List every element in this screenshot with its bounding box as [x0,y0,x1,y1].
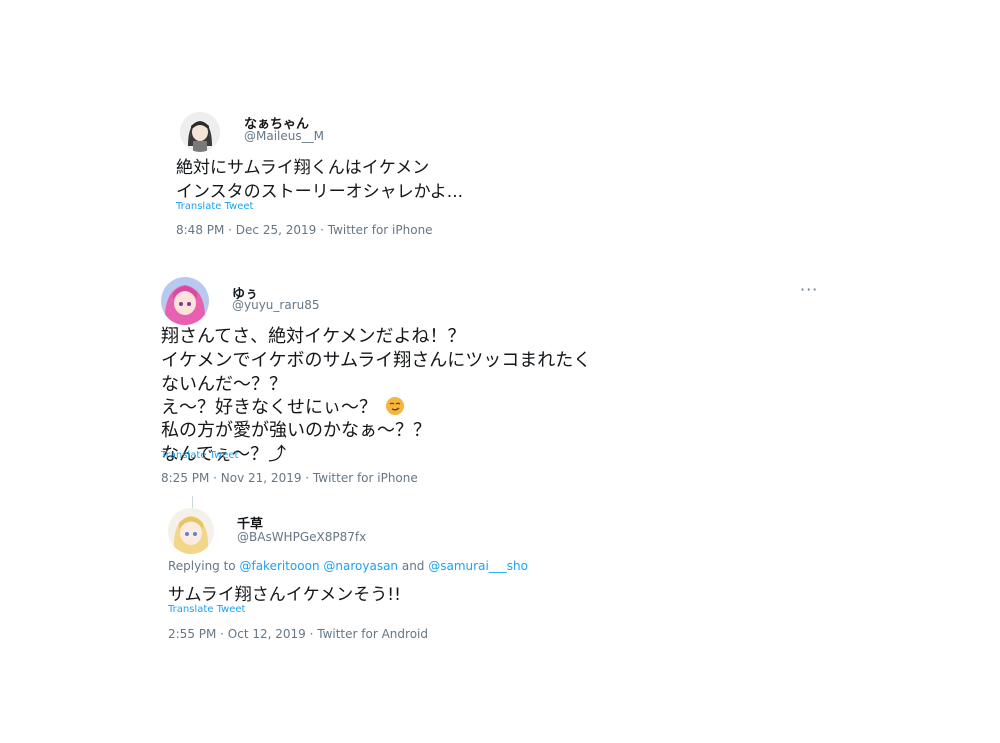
replying-to-line: Replying to @fakeritooon @naroyasan and … [168,559,528,573]
user-handle[interactable]: @Maileus__M [244,129,324,143]
tweet-text-line-4-text: え〜？好きなくせにぃ〜？ [161,397,377,418]
avatar-image [168,508,214,554]
reply-mention-1[interactable]: @fakeritooon [239,559,319,573]
replying-to-and: and [398,559,429,573]
tweet-text-line-1: 翔さんてさ、絶対イケメンだよね！？ [161,326,466,347]
replying-to-prefix: Replying to [168,559,240,573]
avatar[interactable] [168,508,214,554]
avatar-image [161,277,209,325]
avatar-image [180,112,220,152]
more-icon[interactable]: ··· [800,280,818,299]
tweet-timestamp[interactable]: 2:55 PM · Oct 12, 2019 · Twitter for And… [168,627,428,641]
tweet-text-line-2: イケメンでイケボのサムライ翔さんにツッコまれたく [161,350,592,371]
reply-mention-2[interactable]: @naroyasan [323,559,398,573]
tweet-text-line-1: サムライ翔さんイケメンそう!! [168,585,401,605]
translate-tweet-link[interactable]: Translate Tweet [161,450,238,461]
tweet-timestamp[interactable]: 8:48 PM · Dec 25, 2019 · Twitter for iPh… [176,223,433,237]
translate-tweet-link[interactable]: Translate Tweet [168,604,245,615]
tweet-text-line-2: インスタのストーリーオシャレかよ... [176,182,464,202]
tweet-timestamp[interactable]: 8:25 PM · Nov 21, 2019 · Twitter for iPh… [161,471,418,485]
tweet-text-line-1: 絶対にサムライ翔くんはイケメン [176,158,430,178]
smirk-emoji-icon [385,397,404,415]
avatar[interactable] [180,112,220,152]
reply-mention-3[interactable]: @samurai___sho [428,559,528,573]
avatar[interactable] [161,277,209,325]
translate-tweet-link[interactable]: Translate Tweet [176,201,253,212]
tweet-text-line-5: 私の方が愛が強いのかなぁ〜？？ [161,420,431,441]
user-handle[interactable]: @BAsWHPGeX8P87fx [237,530,366,544]
user-handle[interactable]: @yuyu_raru85 [232,298,320,312]
